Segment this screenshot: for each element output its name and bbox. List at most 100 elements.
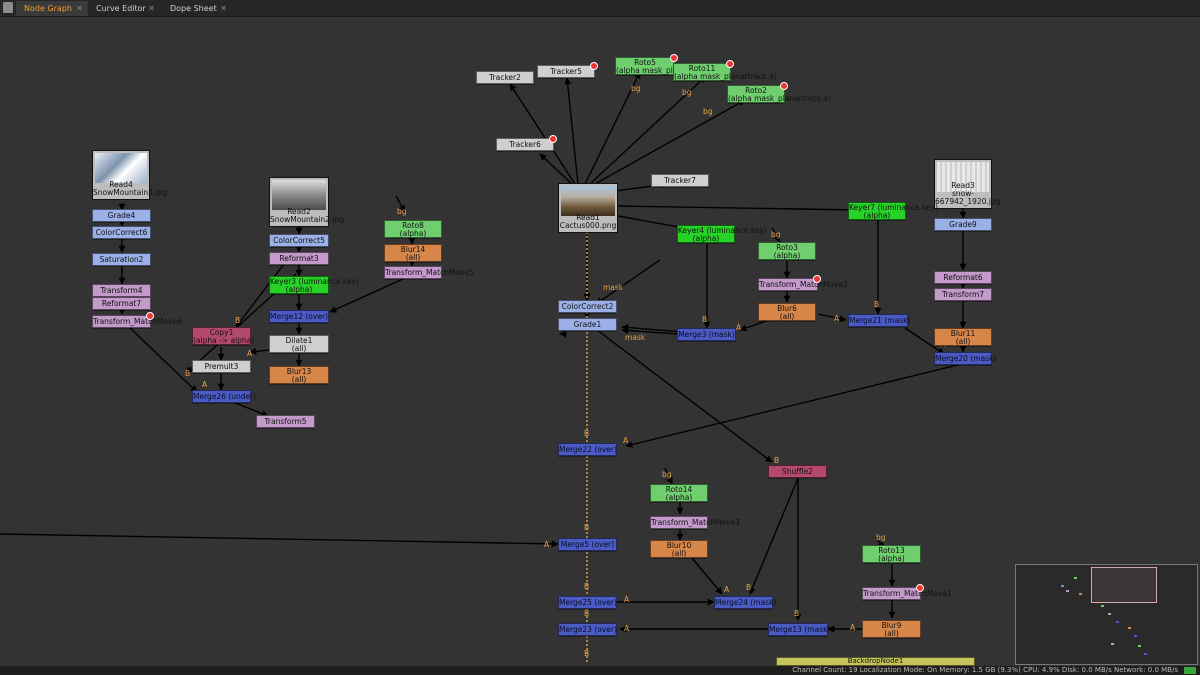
node-transform-matchmove2[interactable]: Transform_MatchMove2 [758,275,848,291]
tab-curve-editor[interactable]: Curve Editor ✕ [88,1,160,16]
node-blur11[interactable]: Blur11 (all) [934,328,992,346]
read-node-read3[interactable]: Read3 snow-667942_1920.jpg [934,159,1000,209]
node-colorcorrect5[interactable]: ColorCorrect5 [269,234,329,247]
read-node-read4[interactable]: Read4 SnowMountain3.jpg [92,150,167,200]
node-graph-canvas[interactable]: bg bg bg bg bg bg bg mask mask B A B A B… [0,16,1200,666]
node-roto14[interactable]: Roto14 (alpha) [650,484,708,502]
wire-label-b: B [584,429,590,438]
node-transform4[interactable]: Transform4 [92,284,151,297]
node-merge20[interactable]: Merge20 (mask) [934,352,996,365]
wire-label-b: B [702,315,708,324]
node-transform5[interactable]: Transform5 [256,415,315,428]
node-roto5[interactable]: Roto5 (alpha mask_planartrack.a) [615,54,719,75]
node-merge12[interactable]: Merge12 (over) [269,310,329,323]
node-keyer3[interactable]: Keyer3 (luminance key) (alpha) [269,276,359,294]
minimap-node [1144,653,1147,655]
read-label: Read2 SnowMountain2.jpg [270,207,344,224]
node-blur9[interactable]: Blur9 (all) [862,620,921,638]
panel-menu-icon[interactable] [3,2,13,13]
wire-label-bg: bg [771,230,781,239]
minimap-viewport[interactable] [1091,567,1157,603]
wire-label-b: B [584,609,590,618]
node-merge13[interactable]: Merge13 (mask) [768,623,830,636]
node-blur14[interactable]: Blur14 (all) [384,244,442,262]
node-tracker2[interactable]: Tracker2 [476,71,534,84]
read-node-read1[interactable]: Read1 Cactus000.png [558,183,618,233]
node-transform-matchmove3[interactable]: Transform_MatchMove3 [650,516,740,529]
error-badge-icon [916,584,924,592]
wire-label-b: B [584,582,590,591]
node-merge22[interactable]: Merge22 (over) [558,443,617,456]
node-reformat6[interactable]: Reformat6 [934,271,992,284]
minimap-node [1079,593,1082,595]
node-blur6[interactable]: Blur6 (all) [758,303,816,321]
error-badge-icon [780,82,788,90]
tab-node-graph[interactable]: Node Graph ✕ [16,1,88,16]
node-shuffle2[interactable]: Shuffle2 [768,465,827,478]
wire-label-a: A [624,595,630,604]
wire-label-bg: bg [703,107,713,116]
tab-label: Curve Editor [96,4,146,13]
thumbnail-image [95,153,147,183]
node-merge23[interactable]: Merge23 (over) [558,623,617,636]
node-merge26[interactable]: Merge26 (under) [192,390,256,403]
node-tracker5[interactable]: Tracker5 [537,62,598,78]
wire-label-mask: mask [603,283,624,292]
node-grade4[interactable]: Grade4 [92,209,151,222]
wire-label-b: B [584,523,590,532]
node-reformat3[interactable]: Reformat3 [269,252,329,265]
tab-label: Node Graph [24,4,72,13]
backdrop-node[interactable]: BackdropNode1 [776,657,975,666]
node-premult3[interactable]: Premult3 [192,360,251,373]
wire-label-a: A [247,349,253,358]
node-grade1[interactable]: Grade1 [558,318,617,331]
node-keyer4[interactable]: Keyer4 (luminance key) (alpha) [677,225,767,243]
node-roto13[interactable]: Roto13 (alpha) [862,545,921,563]
close-icon[interactable]: ✕ [148,1,155,16]
wire-label-a: A [736,323,742,332]
wire-label-bg: bg [397,207,407,216]
minimap-node [1074,577,1077,579]
node-roto3[interactable]: Roto3 (alpha) [758,242,816,260]
wire-label-bg: bg [876,533,886,542]
node-saturation2[interactable]: Saturation2 [92,253,151,266]
node-merge5[interactable]: Merge5 (over) [558,538,617,551]
node-merge25[interactable]: Merge25 (over) [558,596,617,609]
node-transform-matchmove6[interactable]: Transform_MatchMove6 [92,312,182,328]
node-tracker7[interactable]: Tracker7 [651,174,709,187]
node-colorcorrect6[interactable]: ColorCorrect6 [92,226,151,239]
node-merge21[interactable]: Merge21 (mask) [848,314,910,327]
node-roto11[interactable]: Roto11 (alpha mask_planartrack.a) [673,60,777,81]
wire-label-bg: bg [682,88,692,97]
close-icon[interactable]: ✕ [76,1,83,16]
node-grade9[interactable]: Grade9 [934,218,992,231]
node-merge24[interactable]: Merge24 (mask) [714,596,776,609]
node-transform-matchmove1[interactable]: Transform_MatchMove1 [862,584,952,600]
node-keyer7[interactable]: Keyer7 (luminance key) (alpha) [848,202,938,220]
tab-dope-sheet[interactable]: Dope Sheet ✕ [162,1,232,16]
node-transform-matchmove5[interactable]: Transform_MatchMove5 [384,266,474,279]
minimap-node [1111,643,1114,645]
node-blur10[interactable]: Blur10 (all) [650,540,708,558]
close-icon[interactable]: ✕ [220,1,227,16]
wire-label-a: A [623,436,629,445]
node-copy1[interactable]: Copy1 (alpha -> alpha) [192,327,254,345]
wire-label-b: B [794,609,800,618]
read-node-read2[interactable]: Read2 SnowMountain2.jpg [269,177,344,227]
error-badge-icon [670,54,678,62]
error-badge-icon [549,135,557,143]
node-roto8[interactable]: Roto8 (alpha) [384,220,442,238]
node-colorcorrect2[interactable]: ColorCorrect2 [558,300,617,313]
node-tracker6[interactable]: Tracker6 [496,135,557,151]
node-merge3[interactable]: Merge3 (mask) [677,328,736,341]
node-transform7[interactable]: Transform7 [934,288,992,301]
status-bar: Channel Count: 19 Localization Mode: On … [0,666,1200,675]
wire-label-a: A [724,585,730,594]
minimap-node [1134,635,1137,637]
node-reformat7[interactable]: Reformat7 [92,297,151,310]
node-dilate1[interactable]: Dilate1 (all) [269,335,329,353]
wire-label-bg: bg [662,470,672,479]
node-roto2[interactable]: Roto2 (alpha mask_planartrack.a) [727,82,831,103]
node-blur13[interactable]: Blur13 (all) [269,366,329,384]
minimap-navigator[interactable] [1015,564,1198,665]
